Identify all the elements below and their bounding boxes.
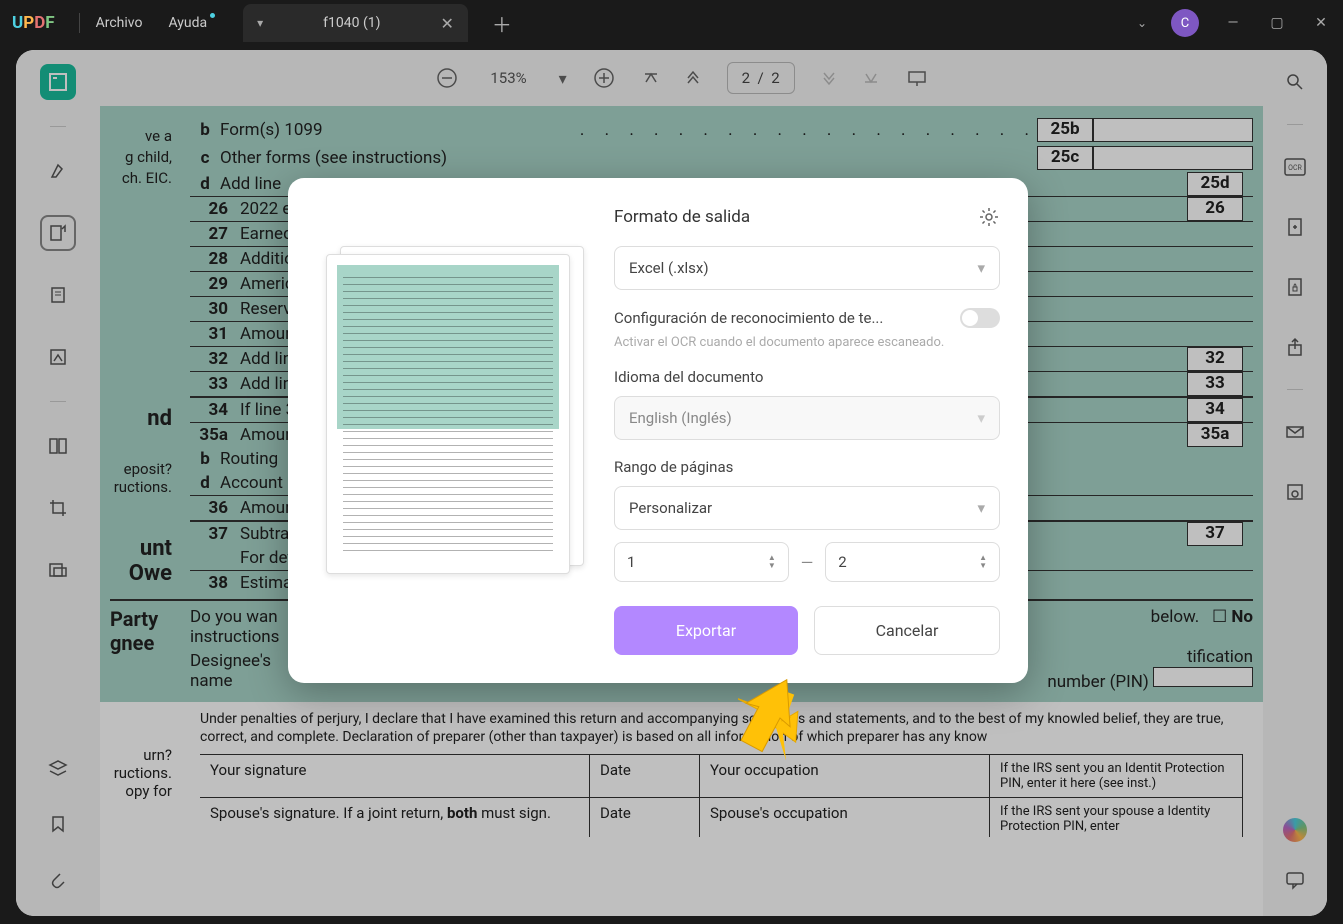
tab-add-icon[interactable]: ＋: [492, 9, 512, 38]
settings-gear-icon[interactable]: [978, 206, 1000, 228]
ocr-hint: Activar el OCR cuando el documento apare…: [614, 334, 1000, 352]
tab-title: f1040 (1): [323, 15, 380, 31]
output-format-select[interactable]: Excel (.xlsx)▾: [614, 246, 1000, 290]
ocr-config-label: Configuración de reconocimiento de te...: [614, 309, 883, 327]
window-maximize-icon[interactable]: ▢: [1267, 15, 1287, 31]
language-select[interactable]: English (Inglés)▾: [614, 396, 1000, 440]
tab-close-icon[interactable]: ✕: [441, 14, 454, 33]
page-range-label: Rango de páginas: [614, 458, 1000, 476]
modal-title: Formato de salida: [614, 207, 750, 227]
menu-help[interactable]: Ayuda: [168, 15, 207, 31]
cancel-button[interactable]: Cancelar: [814, 606, 1000, 655]
export-modal: Formato de salida Excel (.xlsx)▾ Configu…: [288, 178, 1028, 683]
range-dash: —: [801, 553, 814, 572]
page-from-input[interactable]: 1▲▼: [614, 542, 789, 582]
page-range-select[interactable]: Personalizar▾: [614, 486, 1000, 530]
user-avatar[interactable]: C: [1171, 9, 1199, 37]
tabs-dropdown-icon[interactable]: ⌄: [1137, 16, 1147, 30]
ocr-toggle[interactable]: [960, 308, 1000, 328]
window-minimize-icon[interactable]: —: [1223, 15, 1243, 31]
export-button[interactable]: Exportar: [614, 606, 798, 655]
app-logo: UPDF: [12, 13, 55, 33]
tab-dropdown-icon[interactable]: ▾: [257, 16, 263, 30]
page-to-input[interactable]: 2▲▼: [825, 542, 1000, 582]
page-thumbnail-preview: [326, 246, 576, 586]
window-close-icon[interactable]: ✕: [1311, 15, 1331, 31]
language-label: Idioma del documento: [614, 368, 1000, 386]
menu-file[interactable]: Archivo: [96, 15, 143, 31]
document-tab[interactable]: ▾ f1040 (1) ✕: [243, 4, 468, 42]
